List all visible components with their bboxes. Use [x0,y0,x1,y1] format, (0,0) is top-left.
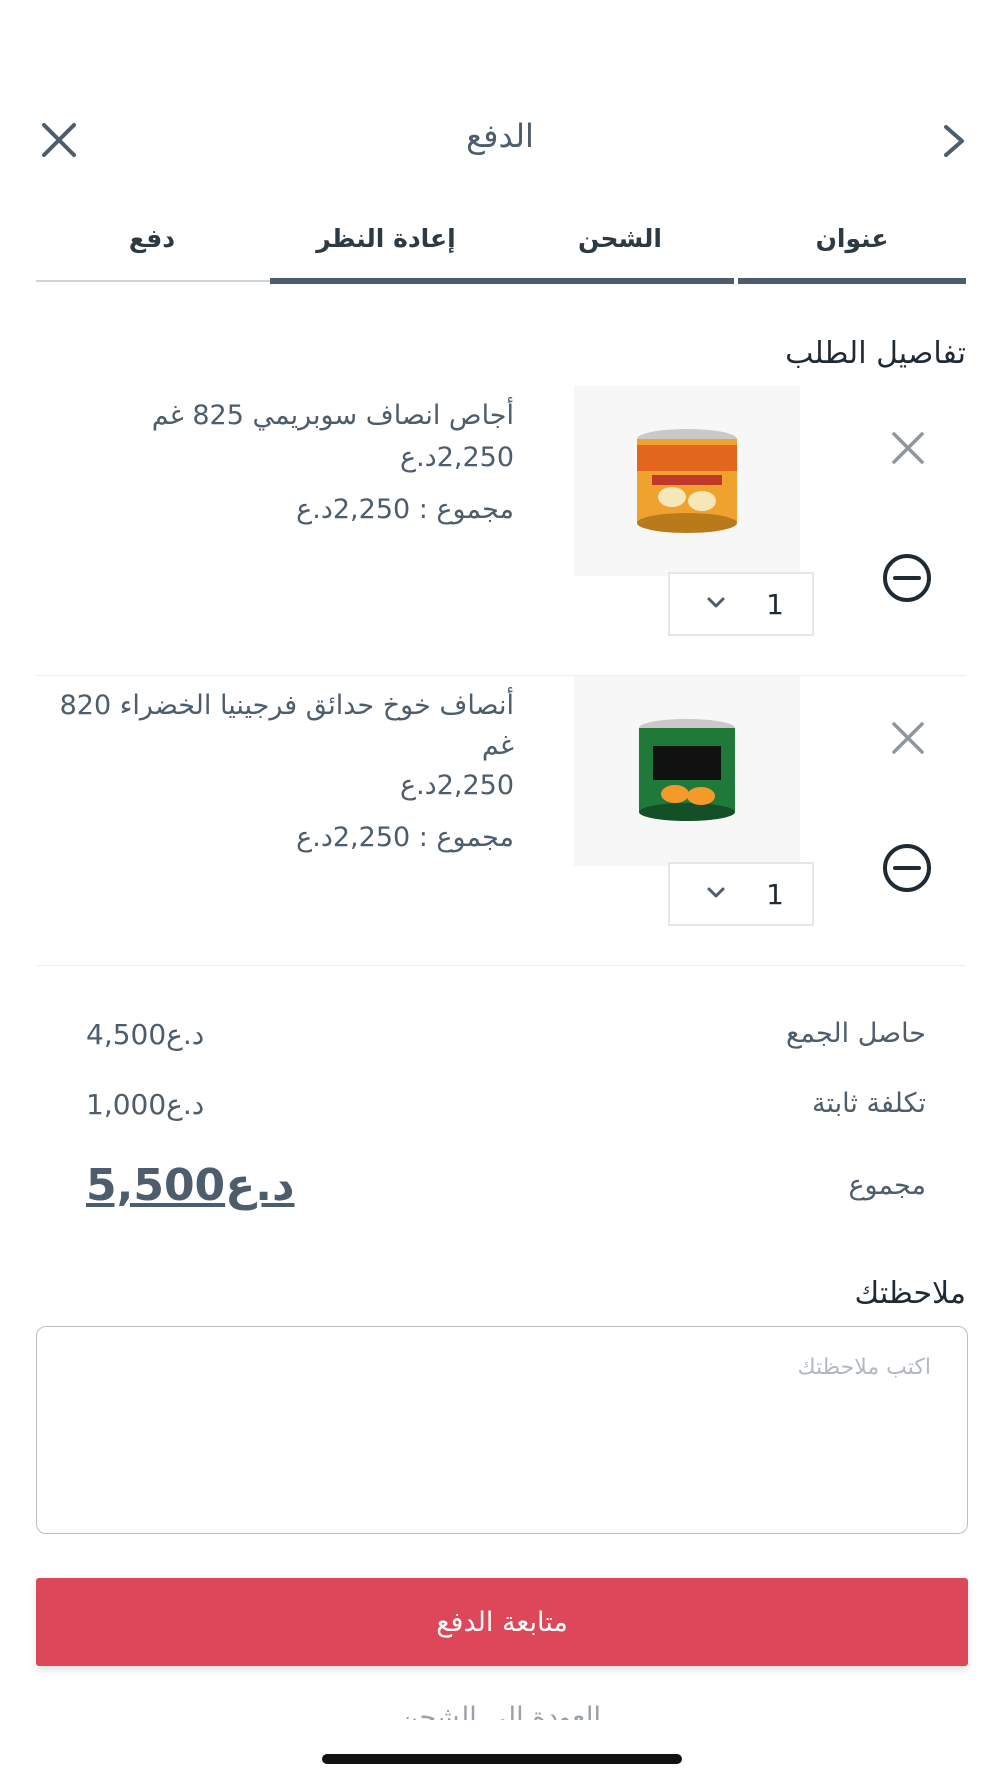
quantity-select[interactable]: 1 [668,572,814,636]
total-value: 5,500د.ع [86,1160,295,1211]
item-unit-price: 2,250د.ع [399,770,514,801]
fixed-cost-value: 1,000د.ع [86,1088,205,1121]
subtotal-label: حاصل الجمع [785,1018,926,1049]
back-to-shipping-link[interactable]: العودة إلى الشحن [0,1698,1000,1720]
order-details-title: تفاصيل الطلب [785,336,966,371]
fixed-cost-row: تكلفة ثابتة 1,000د.ع [86,1088,926,1138]
decrease-quantity-icon[interactable] [881,552,933,604]
notes-input[interactable] [73,1355,931,1505]
quantity-select[interactable]: 1 [668,862,814,926]
page-title: الدفع [466,117,534,155]
item-name: أجاص انصاف سوبريمي 825 غم [151,400,514,431]
item-line-total: مجموع : 2,250د.ع [296,494,514,525]
remove-item-icon[interactable] [886,426,930,470]
step-line-review-shipping [270,278,734,284]
cart-item: أجاص انصاف سوبريمي 825 غم 2,250د.ع مجموع… [36,386,966,676]
product-image [574,676,800,866]
checkout-steps: عنوان الشحن إعادة النظر دفع [36,210,966,290]
item-divider [36,965,966,966]
notes-field[interactable] [36,1326,968,1534]
step-address[interactable]: عنوان [736,224,968,253]
total-row: مجموع 5,500د.ع [86,1160,926,1230]
step-line-payment [36,280,270,282]
step-line-address [738,278,966,284]
home-indicator [322,1754,682,1764]
step-review[interactable]: إعادة النظر [270,224,502,253]
subtotal-value: 4,500د.ع [86,1018,205,1051]
cart-item: أنصاف خوخ حدائق فرجينيا الخضراء 820 غم 2… [36,676,966,966]
quantity-value: 1 [766,877,784,911]
quantity-value: 1 [766,587,784,621]
chevron-down-icon [706,885,726,904]
remove-item-icon[interactable] [886,716,930,760]
header-bar: الدفع [0,95,1000,185]
total-label: مجموع [848,1170,926,1201]
step-shipping[interactable]: الشحن [504,224,736,253]
continue-payment-button[interactable]: متابعة الدفع [36,1578,968,1666]
decrease-quantity-icon[interactable] [881,842,933,894]
chevron-right-icon[interactable] [934,121,974,161]
subtotal-row: حاصل الجمع 4,500د.ع [86,1018,926,1068]
item-unit-price: 2,250د.ع [399,442,514,473]
fixed-cost-label: تكلفة ثابتة [812,1088,926,1119]
step-payment[interactable]: دفع [36,224,268,253]
notes-title: ملاحظتك [854,1276,966,1311]
chevron-down-icon [706,595,726,614]
item-name: أنصاف خوخ حدائق فرجينيا الخضراء 820 غم [59,690,514,761]
item-line-total: مجموع : 2,250د.ع [296,822,514,853]
product-image [574,386,800,576]
